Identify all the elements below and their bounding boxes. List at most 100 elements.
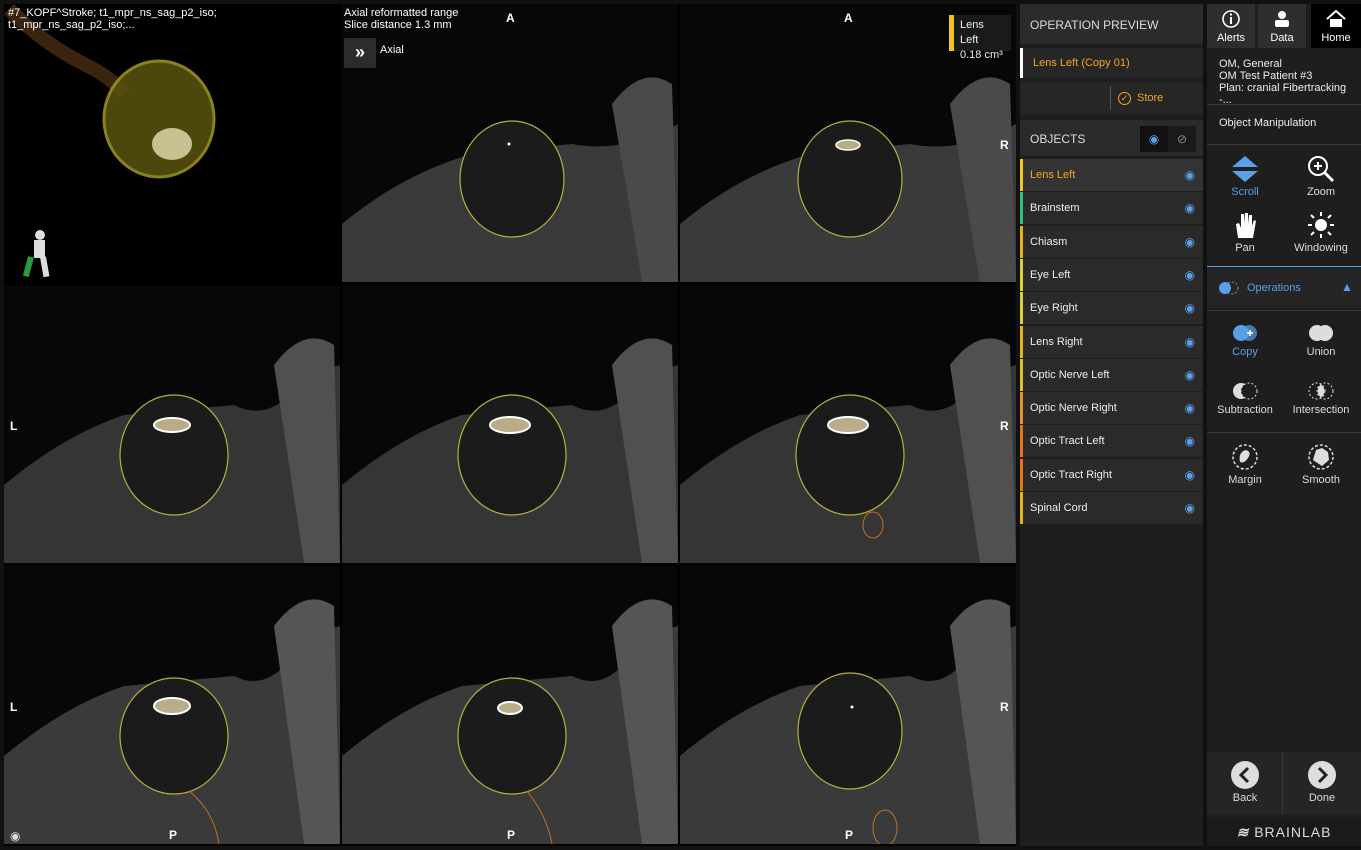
expand-button[interactable]: »	[344, 38, 376, 68]
object-row[interactable]: Optic Tract Right ◉	[1020, 459, 1203, 491]
object-row[interactable]: Optic Nerve Right ◉	[1020, 392, 1203, 424]
data-label: Data	[1270, 32, 1294, 44]
object-label: Optic Tract Left	[1030, 435, 1105, 447]
done-button[interactable]: Done	[1284, 760, 1360, 804]
plan-name: Plan: cranial Fibertracking -...	[1219, 82, 1347, 106]
chevron-right-icon	[1308, 761, 1336, 789]
home-label: Home	[1321, 32, 1351, 44]
smooth-operation[interactable]: Smooth	[1283, 442, 1359, 486]
view-3d[interactable]: #7_KOPF^Stroke; t1_mpr_ns_sag_p2_iso; t1…	[4, 4, 340, 282]
object-label: Chiasm	[1030, 236, 1068, 248]
object-row[interactable]: Chiasm ◉	[1020, 226, 1203, 258]
patient-info: OM, General OM Test Patient #3 Plan: cra…	[1219, 58, 1361, 106]
slice-view-6[interactable]: L P ◉	[4, 566, 340, 844]
visibility-toggle[interactable]: ◉ ⊘	[1140, 126, 1196, 152]
lens-name: Lens Left	[960, 19, 984, 46]
subtraction-label: Subtraction	[1217, 404, 1273, 416]
pan-tool[interactable]: Pan	[1207, 210, 1283, 254]
union-label: Union	[1306, 346, 1336, 358]
eye-icon[interactable]: ◉	[1185, 192, 1195, 224]
object-label: Eye Left	[1030, 269, 1071, 281]
patient-name: OM, General	[1219, 58, 1282, 70]
alerts-button[interactable]: Alerts	[1207, 4, 1255, 48]
orient-posterior: P	[169, 828, 178, 842]
patient-icon	[1275, 11, 1289, 27]
windowing-tool[interactable]: Windowing	[1283, 210, 1359, 254]
chevron-left-icon	[1231, 761, 1259, 789]
operations-toggle-icon	[1219, 281, 1239, 295]
eye-icon[interactable]: ◉	[1185, 359, 1195, 391]
object-row[interactable]: Eye Left ◉	[1020, 259, 1203, 291]
eye-icon[interactable]: ◉	[1185, 259, 1195, 291]
object-row[interactable]: Eye Right ◉	[1020, 292, 1203, 324]
footer-nav: Back Done	[1207, 752, 1361, 814]
eye-icon[interactable]: ◉	[1185, 159, 1195, 191]
slice-view-8[interactable]: P R	[680, 566, 1016, 844]
scroll-tool[interactable]: Scroll	[1207, 154, 1283, 198]
subtraction-icon	[1233, 382, 1258, 400]
eye-icon[interactable]: ◉	[1185, 392, 1195, 424]
home-icon	[1326, 9, 1346, 27]
copy-label: Copy	[1232, 346, 1258, 358]
object-row[interactable]: Lens Left ◉	[1020, 159, 1203, 191]
eye-hide-all-icon[interactable]: ⊘	[1168, 126, 1196, 152]
object-label: Spinal Cord	[1030, 502, 1088, 514]
store-button[interactable]: ✓ Store	[1118, 82, 1163, 114]
intersection-label: Intersection	[1292, 404, 1350, 416]
slice-view-7[interactable]: P	[342, 566, 678, 844]
orient-posterior: P	[507, 828, 516, 842]
orient-posterior: P	[845, 828, 854, 842]
tools-title: Object Manipulation	[1219, 117, 1317, 129]
object-row[interactable]: Lens Right ◉	[1020, 326, 1203, 358]
object-row[interactable]: Optic Nerve Left ◉	[1020, 359, 1203, 391]
intersection-operation[interactable]: Intersection	[1283, 380, 1359, 416]
store-row: ✓ Store	[1020, 82, 1203, 114]
orient-anterior: A	[506, 11, 515, 25]
lens-volume: 0.18 cm³	[960, 49, 1003, 61]
slice-view-1[interactable]: Axial reformatted range Slice distance 1…	[342, 4, 678, 282]
copy-operation[interactable]: Copy	[1207, 322, 1283, 358]
union-operation[interactable]: Union	[1283, 322, 1359, 358]
chevron-up-icon: ▲	[1341, 280, 1353, 294]
operations-header[interactable]: Operations ▲	[1207, 268, 1361, 308]
object-label: Optic Nerve Left	[1030, 369, 1110, 381]
info-icon	[1222, 10, 1240, 28]
zoom-tool[interactable]: Zoom	[1283, 154, 1359, 198]
eye-icon[interactable]: ◉	[1185, 292, 1195, 324]
union-icon	[1309, 325, 1333, 341]
operations-title: Operations	[1247, 282, 1301, 294]
zoom-icon	[1308, 156, 1335, 183]
object-row[interactable]: Optic Tract Left ◉	[1020, 425, 1203, 457]
object-label: Optic Nerve Right	[1030, 402, 1117, 414]
slice-distance: Slice distance 1.3 mm	[344, 19, 452, 31]
brand-text: BRAINLAB	[1254, 824, 1332, 840]
double-chevron-icon: »	[354, 42, 365, 62]
check-circle-icon: ✓	[1118, 92, 1131, 105]
pan-label: Pan	[1235, 242, 1255, 254]
back-button[interactable]: Back	[1207, 760, 1283, 804]
subtraction-operation[interactable]: Subtraction	[1207, 380, 1283, 416]
home-button[interactable]: Home	[1311, 4, 1361, 48]
eye-show-all-icon[interactable]: ◉	[1140, 126, 1168, 152]
brand-logo: ≋ BRAINLAB	[1207, 818, 1361, 846]
margin-icon	[1232, 444, 1258, 470]
eye-icon[interactable]: ◉	[1185, 425, 1195, 457]
eye-icon[interactable]: ◉	[1185, 492, 1195, 524]
series-header: #7_KOPF^Stroke; t1_mpr_ns_sag_p2_iso; t1…	[8, 7, 217, 31]
object-label: Lens Left	[1030, 169, 1076, 181]
slice-view-5[interactable]: R	[680, 285, 1016, 563]
object-row[interactable]: Spinal Cord ◉	[1020, 492, 1203, 524]
eye-icon[interactable]: ◉	[1185, 459, 1195, 491]
lens-volume-badge: Lens Left 0.18 cm³	[949, 15, 1011, 61]
eye-visibility-icon[interactable]: ◉	[10, 829, 20, 843]
margin-operation[interactable]: Margin	[1207, 442, 1283, 486]
slice-view-3[interactable]: L	[4, 285, 340, 563]
operation-preview-item[interactable]: Lens Left (Copy 01)	[1020, 48, 1203, 78]
image-viewer[interactable]: #7_KOPF^Stroke; t1_mpr_ns_sag_p2_iso; t1…	[4, 4, 1016, 846]
object-row[interactable]: Brainstem ◉	[1020, 192, 1203, 224]
eye-icon[interactable]: ◉	[1185, 226, 1195, 258]
eye-icon[interactable]: ◉	[1185, 326, 1195, 358]
slice-view-4[interactable]	[342, 285, 678, 563]
scroll-icon	[1232, 156, 1258, 182]
data-button[interactable]: Data	[1258, 4, 1306, 48]
